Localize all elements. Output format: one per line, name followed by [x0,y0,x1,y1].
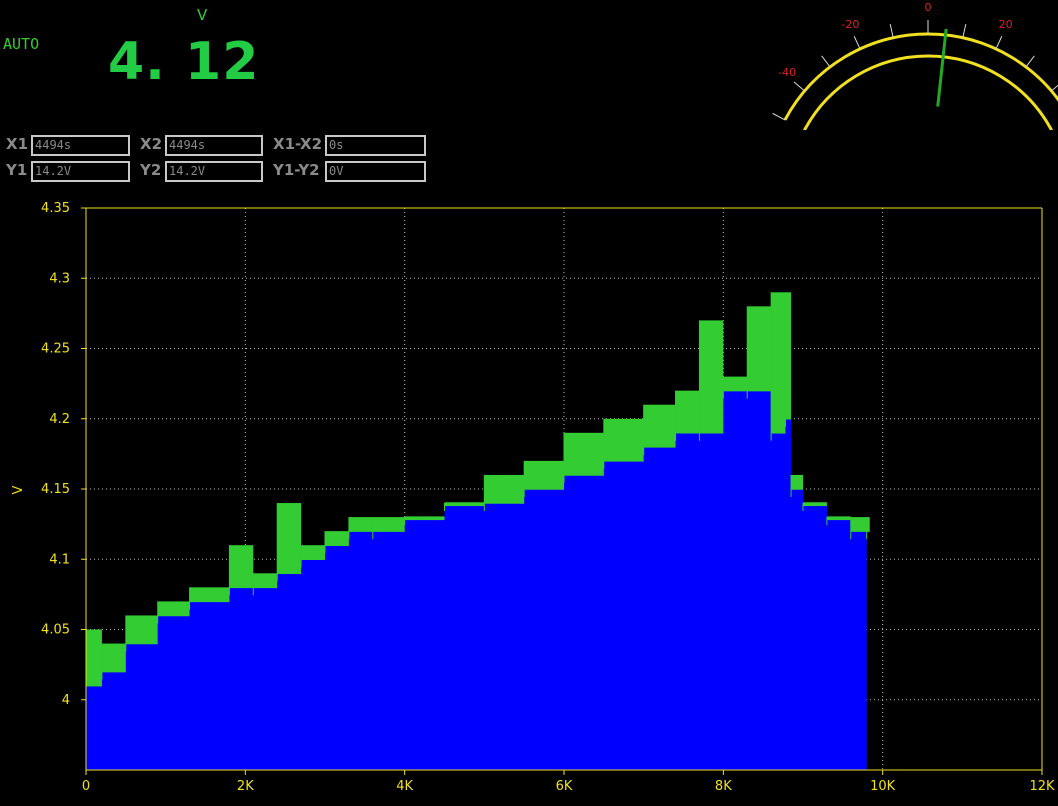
x-tick-label: 0 [82,779,90,794]
x-tick-label: 6K [556,779,573,794]
series-band-segment [791,474,803,489]
series-band-segment [125,615,158,644]
series-band-segment [675,390,700,433]
x-tick-label: 4K [396,779,413,794]
x-tick-label: 8K [715,779,732,794]
y-tick-label: 4 [62,693,70,708]
series-band-segment [101,643,126,672]
y-tick-label: 4.1 [49,552,70,567]
series-area-fill [86,390,867,770]
series-band-segment [603,418,644,461]
y-axis-label: V [11,485,26,494]
y-tick-label: 4.3 [49,271,70,286]
series-band-segment [348,517,373,532]
x-tick-label: 2K [237,779,254,794]
series-band-segment [850,517,867,532]
series-band-segment [229,545,254,588]
series-band-segment [524,460,564,489]
voltage-chart[interactable]: 0 2K 4K 6K 8K 10K 12K 4 4.05 4.1 4.15 4.2 4.25 4.3 4.3… [0,0,1058,806]
series-band-segment [785,292,792,419]
series-band-segment [301,545,325,560]
series-band-segment [699,320,724,433]
series-band-segment [253,573,278,588]
series-band-segment [157,601,190,616]
y-tick-label: 4.2 [49,412,70,427]
y-tick-label: 4.35 [41,201,70,216]
series-band-segment [372,517,405,532]
series-band-segment [747,306,772,391]
series-band-segment [564,432,604,475]
y-tick-label: 4.15 [41,482,70,497]
series-band-segment [723,376,748,391]
x-tick-label: 12K [1029,779,1055,794]
series-band-segment [277,503,302,574]
series-band-segment [771,292,786,433]
y-tick-label: 4.05 [41,623,70,638]
series-band-segment [86,629,102,686]
series-band-segment [484,474,525,504]
series-band-segment [325,531,349,546]
x-tick-label: 10K [870,779,896,794]
y-tick-label: 4.25 [41,342,70,357]
series-band-segment [643,404,676,447]
series-band-segment [189,587,230,602]
